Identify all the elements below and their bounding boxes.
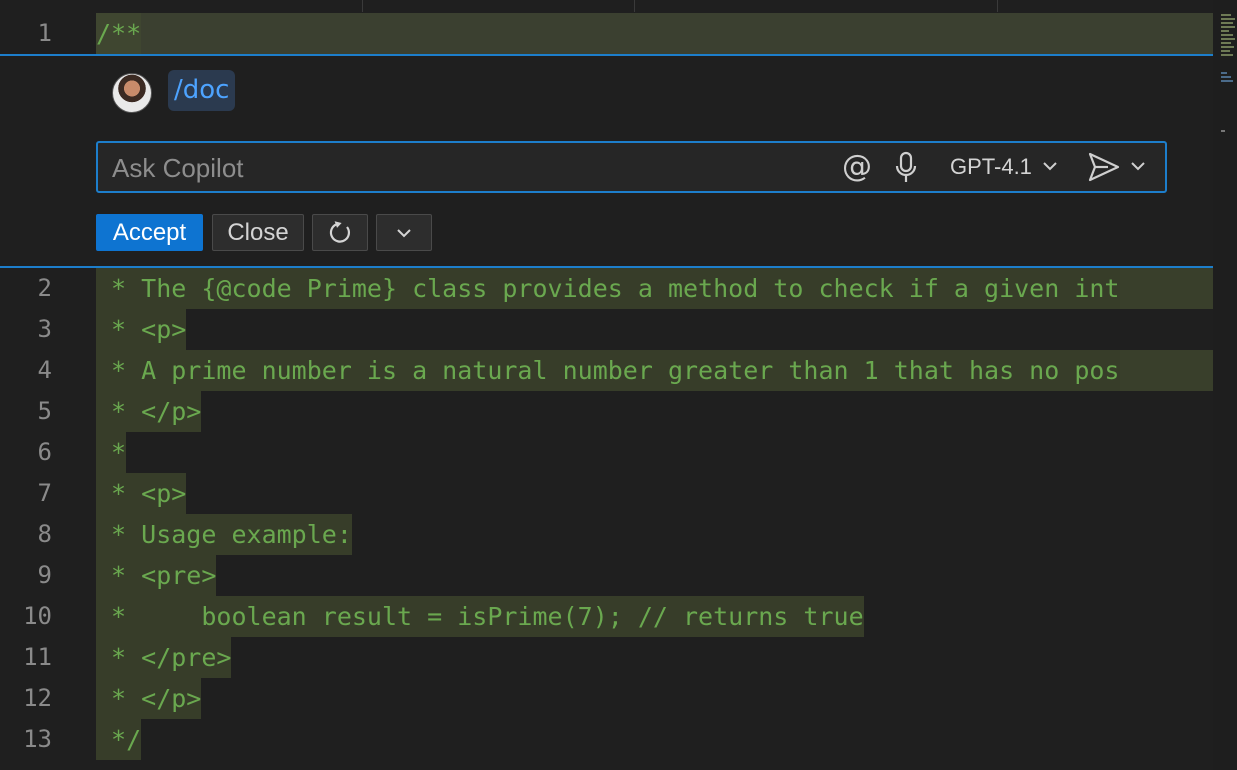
editor-line[interactable]: 7 * <p> [0, 473, 1213, 514]
line-number: 12 [23, 684, 52, 712]
tab-separator [362, 0, 363, 12]
code-text: * </pre> [96, 637, 232, 678]
line-number: 2 [37, 274, 52, 302]
code-text: * boolean result = isPrime(7); // return… [96, 596, 864, 637]
code-text: * <pre> [96, 555, 217, 596]
editor-line[interactable]: 10 * boolean result = isPrime(7); // ret… [0, 596, 1213, 637]
send-icon[interactable] [1088, 152, 1120, 182]
microphone-icon[interactable] [894, 151, 918, 185]
code-text: * <p> [96, 473, 187, 514]
ask-copilot-box[interactable]: @ GPT-4.1 [96, 141, 1167, 193]
code-text: * A prime number is a natural number gre… [96, 350, 1120, 391]
model-picker[interactable]: GPT-4.1 [950, 143, 1032, 191]
more-actions-button[interactable] [376, 214, 432, 251]
line-number: 3 [37, 315, 52, 343]
line-number: 11 [23, 643, 52, 671]
editor-line[interactable]: 2 * The {@code Prime} class provides a m… [0, 268, 1213, 309]
editor-line[interactable]: 5 * </p> [0, 391, 1213, 432]
mention-icon[interactable]: @ [842, 146, 872, 188]
code-text: * Usage example: [96, 514, 352, 555]
code-text: * </p> [96, 678, 202, 719]
code-text: * The {@code Prime} class provides a met… [96, 268, 1120, 309]
accept-button[interactable]: Accept [96, 214, 203, 251]
minimap[interactable] [1213, 0, 1237, 770]
code-text: /** [96, 13, 142, 54]
line-number: 4 [37, 356, 52, 384]
refresh-icon [329, 221, 350, 243]
code-text: * </p> [96, 391, 202, 432]
editor-line[interactable]: 11 * </pre> [0, 637, 1213, 678]
minimap-line [1221, 26, 1235, 28]
diff-highlight [96, 13, 1213, 54]
tab-separator [997, 0, 998, 12]
editor-line[interactable]: 9 * <pre> [0, 555, 1213, 596]
editor-line[interactable]: 8 * Usage example: [0, 514, 1213, 555]
minimap-line [1221, 130, 1225, 132]
chevron-down-icon [397, 229, 411, 238]
user-avatar [112, 73, 152, 113]
line-number: 6 [37, 438, 52, 466]
minimap-line [1221, 18, 1235, 20]
editor-line-1[interactable]: 1 /** [0, 13, 1213, 54]
editor-line[interactable]: 6 * [0, 432, 1213, 473]
minimap-line [1221, 22, 1233, 24]
minimap-line [1221, 72, 1227, 74]
minimap-line [1221, 46, 1234, 48]
minimap-line [1221, 30, 1229, 32]
code-text: */ [96, 719, 142, 760]
line-number: 5 [37, 397, 52, 425]
inline-chat-top-border [0, 54, 1213, 56]
line-number: 13 [23, 725, 52, 753]
editor-line[interactable]: 3 * <p> [0, 309, 1213, 350]
code-text: * <p> [96, 309, 187, 350]
minimap-line [1221, 76, 1231, 78]
editor-line[interactable]: 4 * A prime number is a natural number g… [0, 350, 1213, 391]
rerun-button[interactable] [312, 214, 368, 251]
line-number: 1 [37, 19, 52, 47]
tab-separator [634, 0, 635, 12]
line-number: 8 [37, 520, 52, 548]
minimap-line [1221, 38, 1235, 40]
minimap-line [1221, 34, 1233, 36]
editor-line[interactable]: 13 */ [0, 719, 1213, 760]
minimap-line [1221, 54, 1233, 56]
tab-strip [0, 0, 1213, 12]
line-number: 7 [37, 479, 52, 507]
minimap-line [1221, 50, 1230, 52]
doc-command-chip[interactable]: /doc [168, 70, 236, 111]
code-text: * [96, 432, 127, 473]
ask-copilot-input[interactable] [110, 143, 814, 193]
chevron-down-icon[interactable] [1130, 159, 1146, 173]
minimap-line [1221, 14, 1231, 16]
line-number: 9 [37, 561, 52, 589]
editor-line[interactable]: 12 * </p> [0, 678, 1213, 719]
minimap-line [1221, 80, 1233, 82]
chevron-down-icon[interactable] [1042, 159, 1058, 173]
minimap-line [1221, 42, 1231, 44]
line-number: 10 [23, 602, 52, 630]
close-button[interactable]: Close [212, 214, 304, 251]
